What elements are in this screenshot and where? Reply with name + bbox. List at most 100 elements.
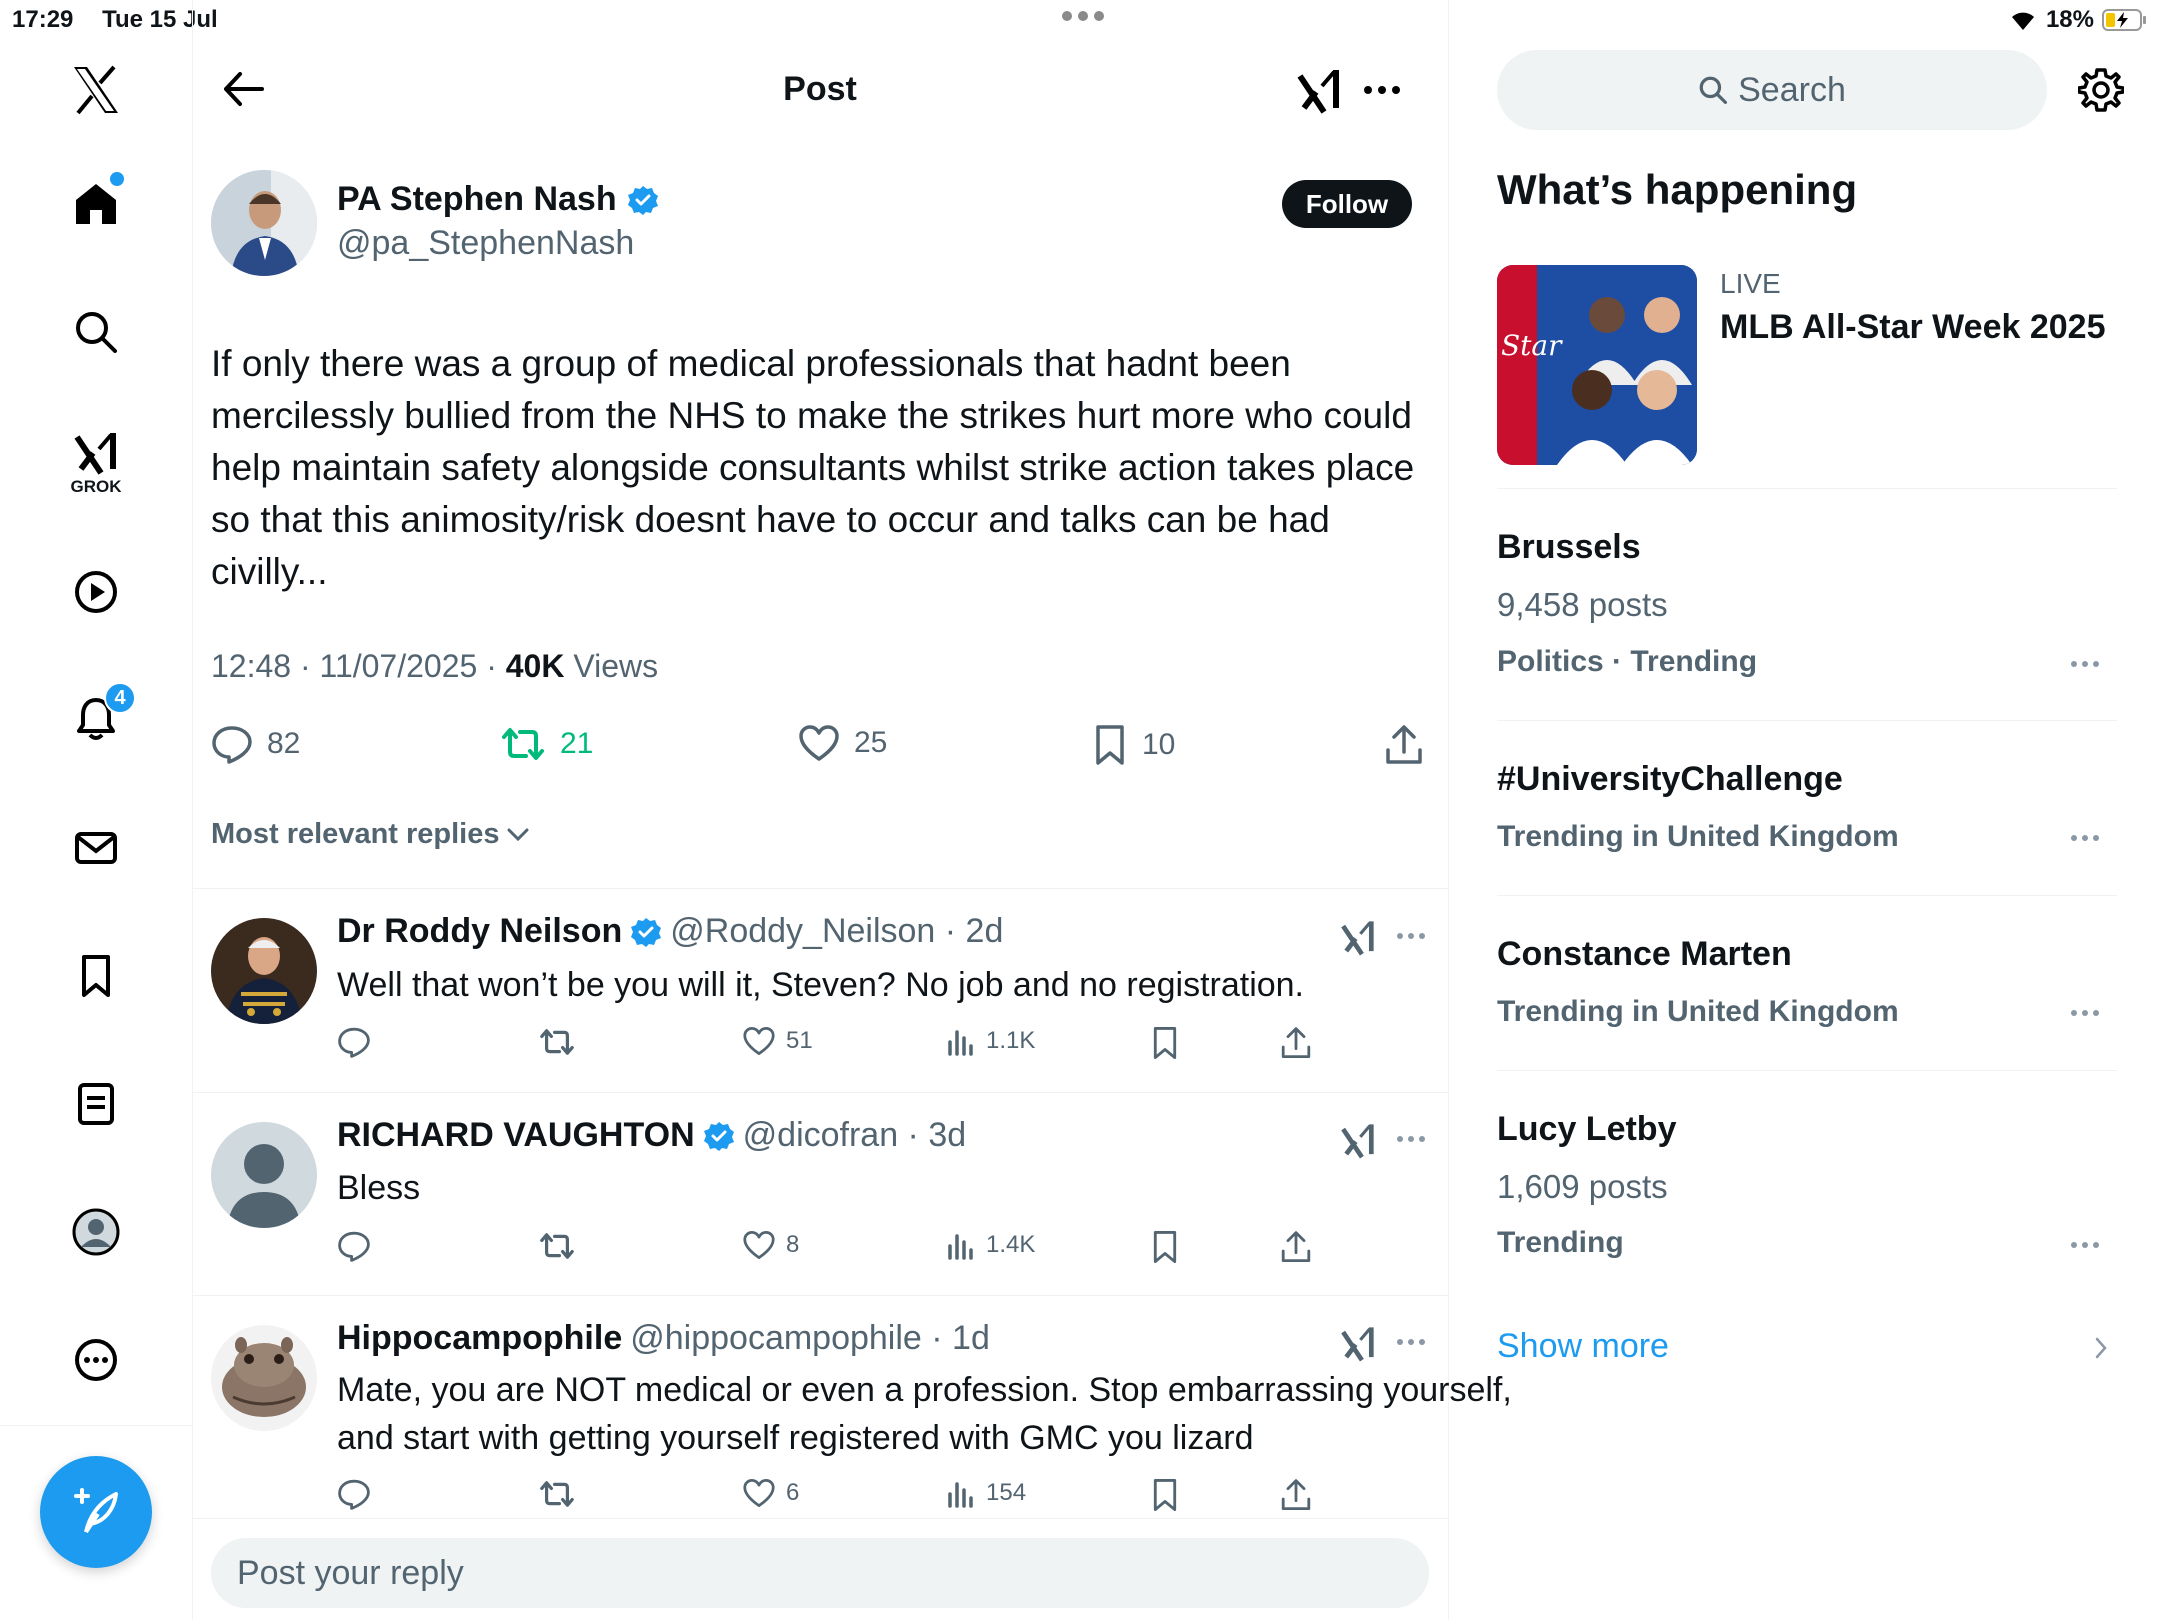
post-timestamp[interactable]: 12:48 · 11/07/2025 ·	[211, 648, 506, 684]
reply-header: Dr Roddy Neilson @Roddy_Neilson · 2d	[337, 912, 1003, 951]
bookmark-icon	[1153, 1231, 1177, 1263]
grok-header-icon[interactable]	[1296, 66, 1342, 114]
reply-author-handle[interactable]: @dicofran · 3d	[743, 1116, 967, 1155]
x-logo-icon[interactable]	[64, 58, 128, 122]
more-options-icon[interactable]	[1362, 84, 1402, 96]
share-action[interactable]	[1384, 724, 1424, 766]
grok-reply-icon[interactable]	[1340, 1324, 1376, 1362]
battery-percent: 18%	[2045, 6, 2094, 33]
reply-bookmark-action[interactable]	[1150, 1026, 1180, 1060]
grok-reply-icon[interactable]	[1340, 918, 1376, 956]
more-options-icon[interactable]	[64, 1328, 128, 1392]
reply-repost-action[interactable]	[538, 1230, 576, 1262]
share-icon	[1281, 1231, 1311, 1263]
compose-post-button[interactable]	[40, 1456, 152, 1568]
reply-share-action[interactable]	[1280, 1478, 1312, 1512]
nav-divider	[0, 1425, 193, 1426]
reply-more-icon[interactable]	[1396, 932, 1426, 940]
grok-reply-icon[interactable]	[1340, 1121, 1376, 1159]
author-avatar[interactable]	[211, 170, 317, 276]
show-more-link[interactable]: Show more	[1497, 1327, 1669, 1366]
post-text: If only there was a group of medical pro…	[211, 343, 1415, 592]
video-icon[interactable]	[64, 560, 128, 624]
reply-sort-dropdown[interactable]: Most relevant replies	[211, 818, 530, 851]
chevron-right-icon[interactable]	[2094, 1336, 2108, 1360]
reply-bookmark-action[interactable]	[1150, 1230, 1180, 1264]
reply-bookmark-action[interactable]	[1150, 1478, 1180, 1512]
author-handle[interactable]: @pa_StephenNash	[337, 224, 634, 263]
back-arrow-icon[interactable]	[222, 70, 264, 108]
reply-more-icon[interactable]	[1396, 1135, 1426, 1143]
search-bar[interactable]: Search	[1497, 50, 2047, 130]
bookmark-action[interactable]: 10	[1092, 724, 1175, 766]
trend-post-count: 1,609 posts	[1497, 1168, 1668, 1205]
reply-like-action[interactable]: 51	[742, 1026, 813, 1056]
reply-reply-action[interactable]	[337, 1230, 371, 1262]
trend-name[interactable]: #UniversityChallenge	[1497, 760, 1843, 799]
mlb-allstar-image[interactable]: Star	[1497, 265, 1697, 465]
author-name[interactable]: PA Stephen Nash	[337, 180, 617, 219]
repost-icon	[540, 1233, 574, 1259]
home-icon[interactable]	[64, 172, 128, 236]
reply-sort-label: Most relevant replies	[211, 818, 500, 850]
reply-repost-action[interactable]	[538, 1026, 576, 1058]
wifi-icon	[2008, 8, 2038, 32]
reply-author-name[interactable]: Dr Roddy Neilson	[337, 912, 622, 951]
reply-views-action[interactable]: 154	[946, 1478, 1026, 1508]
like-action[interactable]: 25	[798, 724, 887, 762]
reply-share-action[interactable]	[1280, 1230, 1312, 1264]
status-bar-right: 18%	[2008, 6, 2148, 34]
reply-avatar[interactable]	[211, 1325, 317, 1431]
trend-live-label: LIVE	[1720, 268, 1781, 299]
reply-input[interactable]: Post your reply	[211, 1538, 1429, 1608]
divider	[193, 1518, 1449, 1519]
trend-name[interactable]: Lucy Letby	[1497, 1110, 1676, 1149]
grok-label: GROK	[70, 477, 122, 496]
grok-nav-item[interactable]: GROK	[64, 418, 128, 508]
trend-live-title[interactable]: MLB All-Star Week 2025	[1720, 308, 2105, 347]
trend-category: Trending in United Kingdom	[1497, 820, 1899, 853]
settings-gear-icon[interactable]	[2078, 67, 2124, 113]
page-title: Post	[783, 70, 857, 108]
trend-category: Trending in United Kingdom	[1497, 995, 1899, 1028]
reply-author-handle[interactable]: @Roddy_Neilson · 2d	[670, 912, 1003, 951]
reply-author-name[interactable]: RICHARD VAUGHTON	[337, 1116, 695, 1155]
reply-share-action[interactable]	[1280, 1026, 1312, 1060]
trend-more-icon[interactable]	[2070, 834, 2100, 842]
reply-icon	[338, 1231, 370, 1262]
trend-more-icon[interactable]	[2070, 1241, 2100, 1249]
follow-button[interactable]: Follow	[1282, 180, 1412, 228]
author-name-row[interactable]: PA Stephen Nash	[337, 180, 659, 219]
reply-repost-action[interactable]	[538, 1478, 576, 1510]
reply-more-icon[interactable]	[1396, 1338, 1426, 1346]
reply-action[interactable]: 82	[211, 724, 300, 764]
reply-views-action[interactable]: 1.1K	[946, 1026, 1035, 1056]
reply-like-action[interactable]: 8	[742, 1230, 799, 1260]
trend-name[interactable]: Brussels	[1497, 528, 1641, 567]
compose-icon	[74, 1488, 118, 1534]
bookmarks-icon[interactable]	[64, 944, 128, 1008]
trend-name[interactable]: Constance Marten	[1497, 935, 1792, 974]
reply-avatar[interactable]	[211, 918, 317, 1024]
reply-author-name[interactable]: Hippocampophile	[337, 1319, 622, 1358]
reply-reply-action[interactable]	[337, 1478, 371, 1510]
messages-icon[interactable]	[64, 816, 128, 880]
reply-icon	[212, 726, 252, 764]
home-unread-dot	[110, 172, 124, 186]
left-navigation: GROK 4	[0, 0, 193, 1620]
reply-views-action[interactable]: 1.4K	[946, 1230, 1035, 1260]
divider	[1497, 1070, 2117, 1071]
reply-like-action[interactable]: 6	[742, 1478, 799, 1508]
notifications-icon[interactable]: 4	[64, 682, 136, 750]
search-icon[interactable]	[64, 300, 128, 364]
lists-icon[interactable]	[64, 1072, 128, 1136]
reply-avatar[interactable]	[211, 1122, 317, 1228]
repost-icon	[540, 1029, 574, 1055]
trend-more-icon[interactable]	[2070, 660, 2100, 668]
reply-author-handle[interactable]: @hippocampophile · 1d	[630, 1319, 990, 1358]
trend-category: Politics · Trending	[1497, 645, 1758, 678]
profile-icon[interactable]	[64, 1200, 128, 1264]
repost-action[interactable]: 21	[500, 724, 593, 764]
reply-reply-action[interactable]	[337, 1026, 371, 1058]
trend-more-icon[interactable]	[2070, 1009, 2100, 1017]
